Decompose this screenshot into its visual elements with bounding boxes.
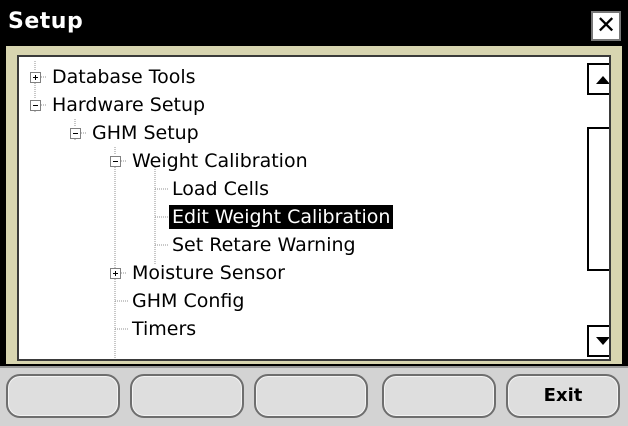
softkey-button-4[interactable] <box>382 374 496 418</box>
expand-icon[interactable] <box>30 72 41 83</box>
exit-button[interactable]: Exit <box>506 374 620 418</box>
scroll-down-button[interactable] <box>587 325 609 357</box>
tree-item-load-cells[interactable]: Load Cells <box>169 175 272 203</box>
tree-item-ghm-setup[interactable]: GHM Setup <box>89 119 202 147</box>
vertical-scrollbar[interactable] <box>587 57 609 359</box>
scroll-up-arrow-icon <box>596 76 609 84</box>
tree-view[interactable]: Database Tools Hardware Setup GHM Setup … <box>17 55 611 361</box>
tree-item-moisture-sensor[interactable]: Moisture Sensor <box>129 259 288 287</box>
expand-icon[interactable] <box>110 268 121 279</box>
scroll-up-button[interactable] <box>587 63 609 95</box>
collapse-icon[interactable] <box>30 100 41 111</box>
close-icon: ✕ <box>595 11 617 39</box>
softkey-button-2[interactable] <box>130 374 244 418</box>
collapse-icon[interactable] <box>70 128 81 139</box>
window-title: Setup <box>8 9 84 34</box>
scroll-down-arrow-icon <box>596 337 609 345</box>
tree-item-weight-calibration[interactable]: Weight Calibration <box>129 147 311 175</box>
softkey-button-3[interactable] <box>254 374 368 418</box>
tree-item-timers[interactable]: Timers <box>129 315 199 343</box>
collapse-icon[interactable] <box>110 156 121 167</box>
tree-item-database-tools[interactable]: Database Tools <box>49 63 199 91</box>
softkey-button-1[interactable] <box>6 374 120 418</box>
scrollbar-thumb[interactable] <box>587 127 609 271</box>
close-button[interactable]: ✕ <box>591 11 621 41</box>
title-bar: Setup ✕ <box>0 0 628 46</box>
tree-item-edit-weight-calibration[interactable]: Edit Weight Calibration <box>169 203 394 231</box>
tree-item-hardware-setup[interactable]: Hardware Setup <box>49 91 208 119</box>
tree-item-set-retare-warning[interactable]: Set Retare Warning <box>169 231 359 259</box>
tree-item-ghm-config[interactable]: GHM Config <box>129 287 247 315</box>
footer-bar: Exit <box>0 366 628 426</box>
